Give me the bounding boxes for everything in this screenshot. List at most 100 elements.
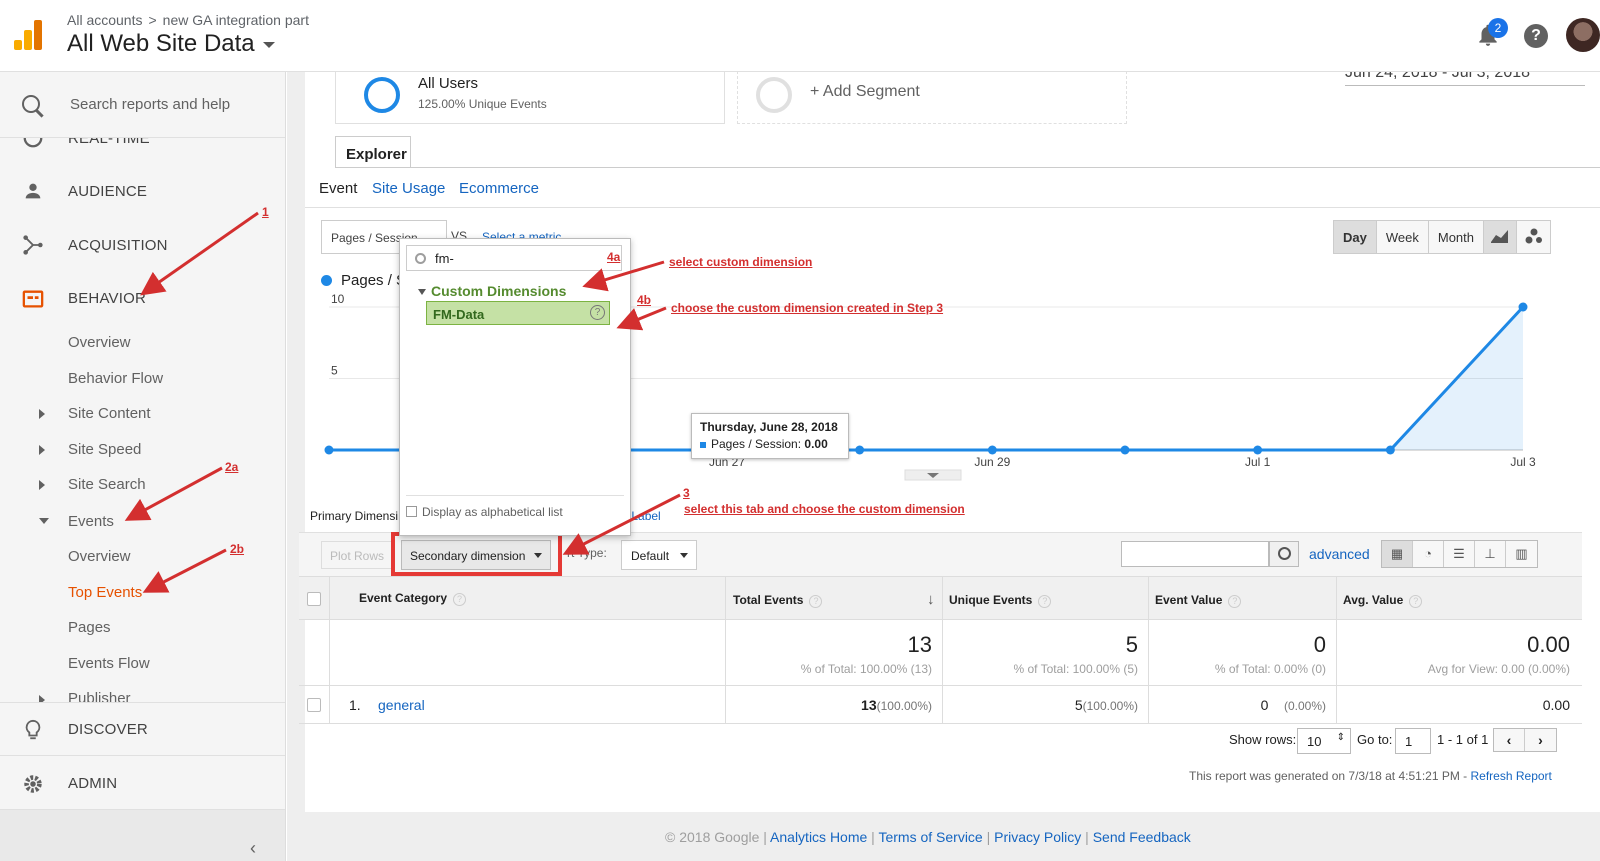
help-icon[interactable]: ? <box>1228 595 1242 608</box>
sidebar-item-events-overview[interactable]: Overview <box>68 548 131 565</box>
sort-type-select[interactable]: Default <box>621 540 697 570</box>
sidebar-item-overview[interactable]: Overview <box>68 334 131 351</box>
expand-icon[interactable] <box>39 480 45 490</box>
next-page-icon[interactable]: › <box>1525 729 1556 751</box>
sidebar-item-events[interactable]: Events <box>68 513 114 530</box>
advanced-filter-link[interactable]: advanced <box>1309 546 1370 562</box>
date-range-picker[interactable]: Jun 24, 2018 - Jul 3, 2018 <box>1345 72 1585 86</box>
month-button[interactable]: Month <box>1429 221 1483 253</box>
sidebar-item-audience[interactable]: AUDIENCE <box>68 183 147 200</box>
motion-chart-icon[interactable] <box>1517 221 1550 253</box>
comparison-view-icon[interactable]: ⊥ <box>1475 541 1506 567</box>
view-selector[interactable]: All Web Site Data <box>67 30 275 58</box>
subtab-event[interactable]: Event <box>319 180 357 197</box>
sidebar-item-site-speed[interactable]: Site Speed <box>68 441 141 458</box>
table-header: Event Category? Total Events? ↓ Unique E… <box>299 576 1582 621</box>
sidebar-item-site-search[interactable]: Site Search <box>68 476 146 493</box>
collapse-sidebar-icon[interactable]: ‹ <box>250 838 256 859</box>
unique-events-sub: % of Total: 100.00% (5) <box>1013 662 1138 676</box>
dimension-option-fm-data[interactable]: FM-Data? <box>426 301 610 325</box>
subtab-ecommerce[interactable]: Ecommerce <box>459 180 539 197</box>
data-view-icon[interactable]: ▦ <box>1382 541 1413 567</box>
pivot-view-icon[interactable]: ▥ <box>1506 541 1537 567</box>
terms-link[interactable]: Terms of Service <box>878 829 982 845</box>
data-point <box>987 445 997 455</box>
collapse-icon[interactable] <box>39 518 49 524</box>
y-tick-label: 5 <box>331 364 338 378</box>
help-icon[interactable]: ? <box>1524 24 1548 48</box>
annotation-3-text: select this tab and choose the custom di… <box>684 502 965 516</box>
help-icon[interactable]: ? <box>453 593 467 606</box>
goto-input[interactable]: 1 <box>1395 728 1431 754</box>
sidebar-search[interactable]: Search reports and help <box>0 72 285 138</box>
row-checkbox[interactable] <box>307 698 321 712</box>
data-point <box>324 445 334 455</box>
segment-ring-icon <box>364 77 400 113</box>
line-chart-icon[interactable] <box>1484 221 1517 253</box>
add-segment-label: + Add Segment <box>810 83 920 100</box>
privacy-link[interactable]: Privacy Policy <box>994 829 1081 845</box>
divider <box>305 207 1600 208</box>
day-button[interactable]: Day <box>1334 221 1377 253</box>
sidebar-item-site-content[interactable]: Site Content <box>68 405 151 422</box>
sidebar-item-admin[interactable]: ADMIN <box>68 775 117 792</box>
analytics-home-link[interactable]: Analytics Home <box>770 829 867 845</box>
select-all-checkbox[interactable] <box>307 592 321 606</box>
col-event-value[interactable]: Event Value? <box>1155 593 1242 608</box>
totals-row: 13 % of Total: 100.00% (13) 5 % of Total… <box>299 620 1582 686</box>
breadcrumb[interactable]: All accounts > new GA integration part <box>67 12 309 28</box>
analytics-logo-icon[interactable] <box>14 20 44 50</box>
add-segment[interactable]: + Add Segment <box>737 72 1127 124</box>
sidebar-item-top-events[interactable]: Top Events <box>68 584 142 601</box>
custom-dimensions-group[interactable]: Custom Dimensions <box>418 283 566 299</box>
week-button[interactable]: Week <box>1377 221 1429 253</box>
sidebar-item-behavior[interactable]: BEHAVIOR <box>68 290 146 307</box>
checkbox[interactable] <box>406 506 417 517</box>
divider <box>0 755 285 756</box>
search-icon[interactable] <box>1269 541 1299 567</box>
data-point <box>1385 445 1395 455</box>
footer: © 2018 Google | Analytics Home | Terms o… <box>665 829 1191 845</box>
row-avg-value: 0.00 <box>1542 697 1570 713</box>
alphabetical-toggle[interactable]: Display as alphabetical list <box>406 505 563 519</box>
avatar[interactable] <box>1566 18 1600 52</box>
expand-icon[interactable] <box>39 409 45 419</box>
breadcrumb-property[interactable]: new GA integration part <box>163 12 309 28</box>
sidebar-item-behavior-flow[interactable]: Behavior Flow <box>68 370 163 387</box>
sort-arrow-icon[interactable]: ↓ <box>927 591 935 608</box>
sort-type-label: rt Type: <box>567 546 607 560</box>
sidebar-item-acquisition[interactable]: ACQUISITION <box>68 237 168 254</box>
expand-icon[interactable] <box>39 445 45 455</box>
table-search-input[interactable] <box>1121 541 1269 567</box>
tab-explorer[interactable]: Explorer <box>335 136 411 168</box>
breadcrumb-root[interactable]: All accounts <box>67 12 142 28</box>
show-rows-select[interactable]: 10 ⇕ <box>1297 728 1351 754</box>
time-granularity: Day Week Month <box>1333 220 1484 254</box>
col-total-events[interactable]: Total Events? <box>733 593 823 608</box>
dimension-search-input[interactable]: fm- <box>406 245 622 271</box>
performance-view-icon[interactable]: ☰ <box>1444 541 1475 567</box>
col-event-category[interactable]: Event Category? <box>359 591 467 606</box>
feedback-link[interactable]: Send Feedback <box>1093 829 1191 845</box>
col-avg-value[interactable]: Avg. Value? <box>1343 593 1423 608</box>
prev-page-icon[interactable]: ‹ <box>1494 729 1525 751</box>
sidebar-item-pages[interactable]: Pages <box>68 619 111 636</box>
subtab-site-usage[interactable]: Site Usage <box>372 180 445 197</box>
col-unique-events[interactable]: Unique Events? <box>949 593 1052 608</box>
help-icon[interactable]: ? <box>1038 595 1052 608</box>
help-icon[interactable]: ? <box>590 305 605 320</box>
tooltip-value: 0.00 <box>804 437 828 451</box>
divider <box>335 167 1600 168</box>
sidebar-item-events-flow[interactable]: Events Flow <box>68 655 150 672</box>
sidebar-item-discover[interactable]: DISCOVER <box>68 721 148 738</box>
segment-all-users[interactable]: All Users 125.00% Unique Events <box>335 72 725 124</box>
refresh-report-link[interactable]: Refresh Report <box>1471 769 1552 783</box>
chart-type-toggle <box>1483 220 1551 254</box>
pie-view-icon[interactable]: ◔ <box>1413 541 1444 567</box>
event-value-sub: % of Total: 0.00% (0) <box>1214 662 1326 676</box>
plot-rows-button[interactable]: Plot Rows <box>321 541 395 569</box>
help-icon[interactable]: ? <box>809 595 823 608</box>
help-icon[interactable]: ? <box>1409 595 1423 608</box>
row-event-category-link[interactable]: general <box>378 697 425 713</box>
tooltip-title: Thursday, June 28, 2018 <box>700 420 838 434</box>
